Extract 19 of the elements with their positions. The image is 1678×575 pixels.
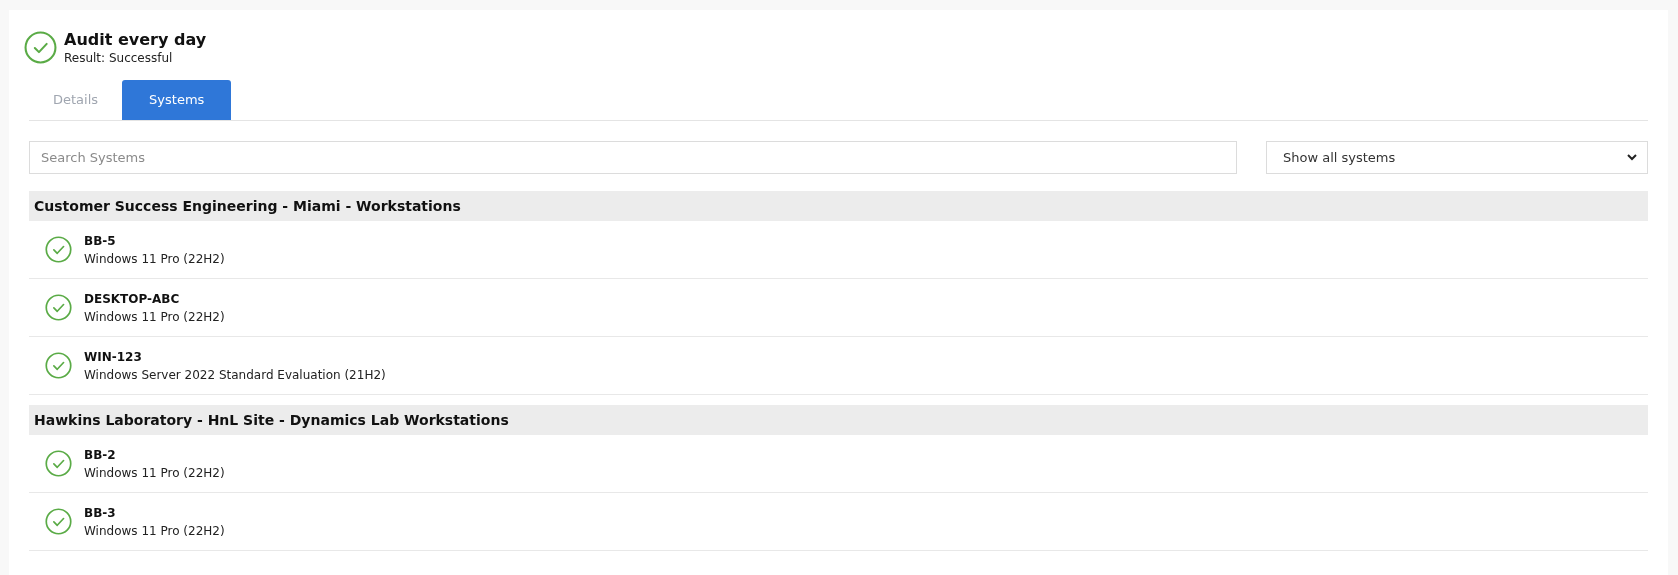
system-name: DESKTOP-ABC bbox=[84, 290, 181, 308]
chevron-down-icon bbox=[1627, 154, 1637, 161]
system-os: Windows 11 Pro (22H2) bbox=[84, 308, 225, 326]
system-os: Windows 11 Pro (22H2) bbox=[84, 522, 225, 540]
system-name: BB-5 bbox=[84, 232, 117, 250]
group-header: Customer Success Engineering - Miami - Workstations bbox=[29, 191, 1648, 221]
tab[interactable]: Systems bbox=[122, 80, 232, 120]
tab[interactable]: Details bbox=[29, 80, 123, 120]
audit-title: Audit every day bbox=[64, 29, 207, 50]
search-field[interactable]: Search Systems bbox=[29, 141, 1237, 174]
system-os: Windows Server 2022 Standard Evaluation (21H2) bbox=[84, 366, 386, 384]
system-os: Windows 11 Pro (22H2) bbox=[84, 464, 225, 482]
audit-result: Result: Successful bbox=[64, 50, 174, 66]
system-name: BB-2 bbox=[84, 446, 117, 464]
system-os: Windows 11 Pro (22H2) bbox=[84, 250, 225, 268]
group-header: Hawkins Laboratory - HnL Site - Dynamics Lab Workstations bbox=[29, 405, 1648, 435]
system-name: WIN-123 bbox=[84, 348, 143, 366]
filter-dropdown[interactable]: Show all systems bbox=[1266, 141, 1648, 174]
system-name: BB-3 bbox=[84, 504, 117, 522]
